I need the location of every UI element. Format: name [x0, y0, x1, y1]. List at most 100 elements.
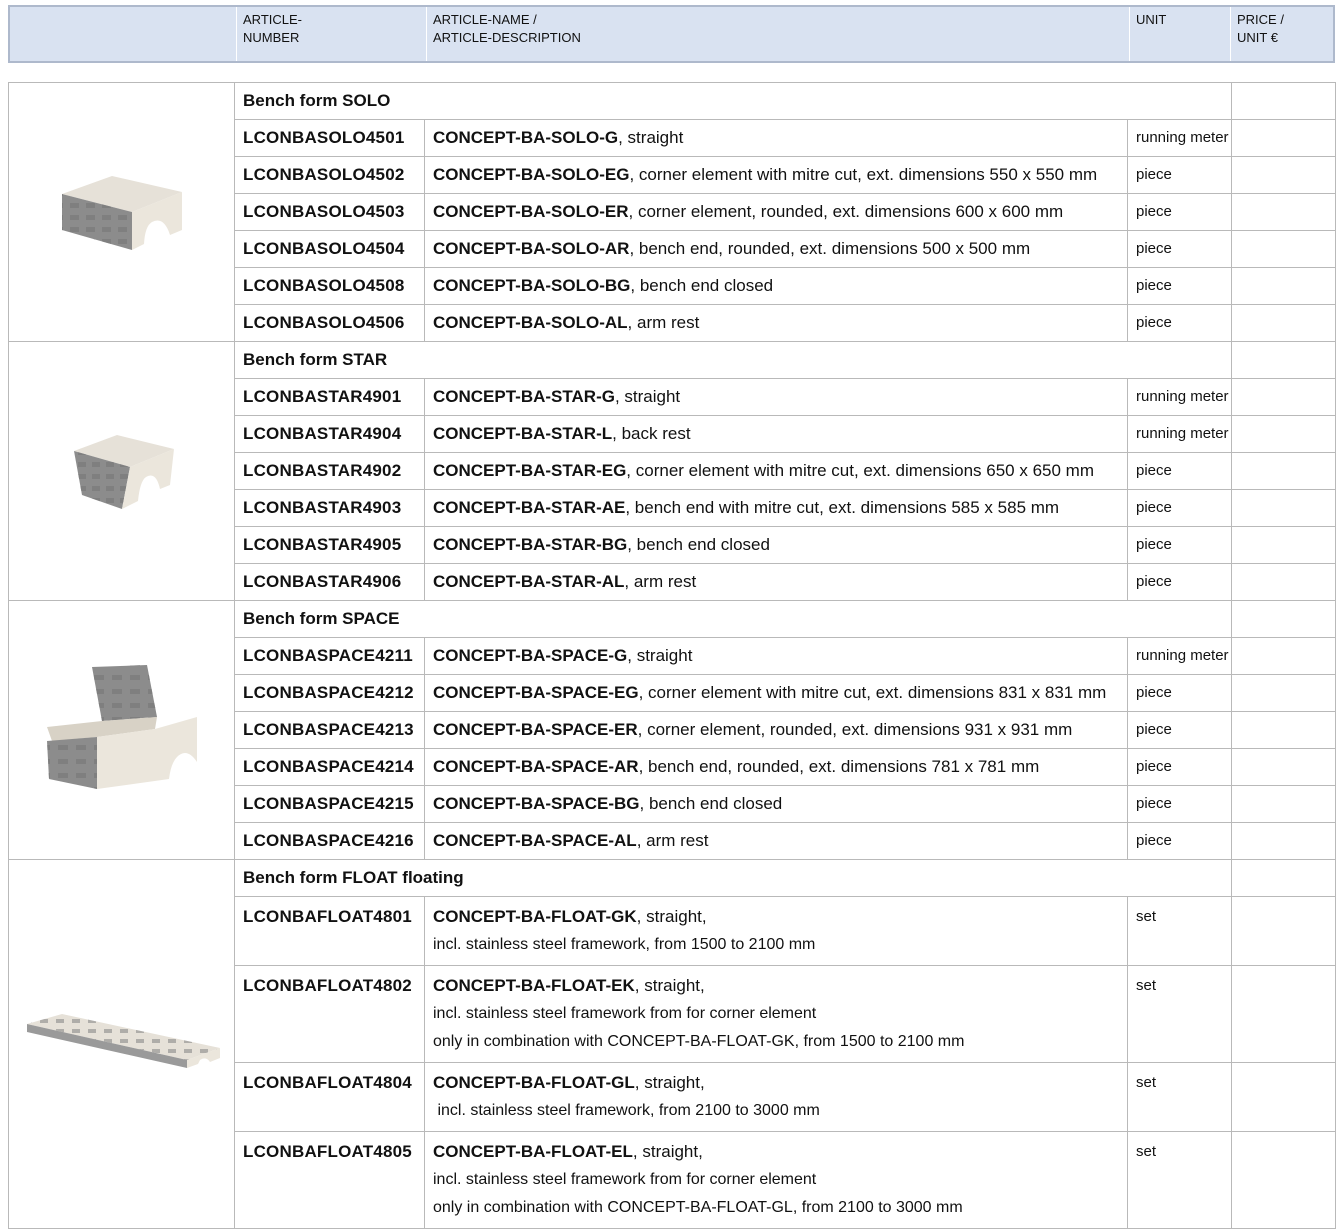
article-name: CONCEPT-BA-FLOAT-GK [433, 907, 637, 926]
article-unit: piece [1126, 822, 1233, 860]
article-desc-text: , bench end with mitre cut, ext. dimensi… [625, 498, 1060, 517]
article-desc-text: , straight, [634, 976, 705, 995]
price-cell [1231, 711, 1337, 749]
price-cell [1231, 156, 1337, 194]
group-header-row: Bench form STAR [8, 341, 1337, 601]
article-name: CONCEPT-BA-SPACE-G [433, 646, 628, 665]
price-cell [1231, 822, 1337, 860]
header-article-number: ARTICLE- NUMBER [236, 7, 426, 61]
article-description: CONCEPT-BA-SOLO-G, straight [424, 119, 1128, 157]
article-number: LCONBASTAR4904 [234, 415, 425, 453]
bench-star-image [8, 341, 235, 601]
table-header: ARTICLE- NUMBER ARTICLE-NAME / ARTICLE-D… [8, 5, 1335, 63]
article-name: CONCEPT-BA-STAR-AE [433, 498, 626, 517]
article-number: LCONBAFLOAT4805 [234, 1131, 425, 1229]
price-cell [1231, 82, 1337, 120]
group-title: Bench form SOLO [233, 82, 1233, 120]
article-name: CONCEPT-BA-SPACE-BG [433, 794, 640, 813]
article-desc-text: , bench end, rounded, ext. dimensions 78… [638, 757, 1040, 776]
price-cell [1231, 1062, 1337, 1132]
article-description: CONCEPT-BA-SPACE-ER, corner element, rou… [424, 711, 1128, 749]
article-unit: piece [1126, 711, 1233, 749]
article-number: LCONBAFLOAT4804 [234, 1062, 425, 1132]
article-desc-text: , corner element with mitre cut, ext. di… [638, 683, 1107, 702]
group-title: Bench form SPACE [233, 600, 1233, 638]
price-cell [1231, 452, 1337, 490]
price-cell [1231, 859, 1337, 897]
article-unit: set [1126, 896, 1233, 966]
price-cell [1231, 674, 1337, 712]
article-name: CONCEPT-BA-SOLO-BG [433, 276, 631, 295]
article-unit: piece [1126, 304, 1233, 342]
article-description: CONCEPT-BA-STAR-EG, corner element with … [424, 452, 1128, 490]
bench-solo-image [8, 82, 235, 342]
article-desc-text: , bench end closed [627, 535, 770, 554]
article-description: CONCEPT-BA-SPACE-AR, bench end, rounded,… [424, 748, 1128, 786]
price-cell [1231, 748, 1337, 786]
article-number: LCONBASPACE4211 [234, 637, 425, 675]
article-desc-text: , corner element, rounded, ext. dimensio… [637, 720, 1073, 739]
article-desc-text: , straight [618, 128, 684, 147]
article-desc-text: , corner element, rounded, ext. dimensio… [628, 202, 1064, 221]
article-description: CONCEPT-BA-STAR-AE, bench end with mitre… [424, 489, 1128, 527]
header-image-cell [10, 7, 236, 61]
product-table: Bench form SOLO LCONBASOLO4501 CONCEPT-BA-… [8, 82, 1337, 1229]
article-name: CONCEPT-BA-SOLO-ER [433, 202, 629, 221]
article-number: LCONBASOLO4504 [234, 230, 425, 268]
price-cell [1231, 267, 1337, 305]
article-number: LCONBASOLO4502 [234, 156, 425, 194]
group-header-row: Bench form SOLO [8, 82, 1337, 342]
article-description: CONCEPT-BA-STAR-L, back rest [424, 415, 1128, 453]
article-number: LCONBASOLO4506 [234, 304, 425, 342]
article-number: LCONBASPACE4214 [234, 748, 425, 786]
article-desc-line: only in combination with CONCEPT-BA-FLOA… [433, 1033, 965, 1050]
group-title: Bench form FLOAT floating [233, 859, 1233, 897]
bench-float-image [8, 859, 235, 1229]
article-desc-text: , back rest [612, 424, 691, 443]
article-desc-line: incl. stainless steel framework, from 21… [433, 1102, 820, 1119]
header-price: PRICE / UNIT € [1230, 7, 1335, 61]
price-cell [1231, 1131, 1337, 1229]
article-number: LCONBASTAR4902 [234, 452, 425, 490]
price-list-page: ARTICLE- NUMBER ARTICLE-NAME / ARTICLE-D… [0, 0, 1342, 1229]
article-desc-line: incl. stainless steel framework from for… [433, 1171, 817, 1188]
article-name: CONCEPT-BA-SOLO-AL [433, 313, 628, 332]
article-unit: set [1126, 1062, 1233, 1132]
article-desc-text: , straight, [632, 1142, 703, 1161]
article-description: CONCEPT-BA-SOLO-AL, arm rest [424, 304, 1128, 342]
article-name: CONCEPT-BA-STAR-G [433, 387, 615, 406]
article-desc-text: , bench end closed [630, 276, 774, 295]
price-cell [1231, 637, 1337, 675]
article-number: LCONBASPACE4215 [234, 785, 425, 823]
article-name: CONCEPT-BA-SPACE-ER [433, 720, 638, 739]
article-desc-text: , corner element with mitre cut, ext. di… [626, 461, 1094, 480]
article-description: CONCEPT-BA-FLOAT-GL, straight, incl. sta… [424, 1062, 1128, 1132]
article-name: CONCEPT-BA-FLOAT-EK [433, 976, 635, 995]
price-cell [1231, 230, 1337, 268]
article-unit: running meter [1126, 378, 1233, 416]
article-name: CONCEPT-BA-STAR-EG [433, 461, 627, 480]
group-header-row: Bench form FLOAT floating [8, 859, 1337, 1229]
article-name: CONCEPT-BA-STAR-L [433, 424, 613, 443]
article-unit: piece [1126, 230, 1233, 268]
article-description: CONCEPT-BA-SPACE-EG, corner element with… [424, 674, 1128, 712]
article-description: CONCEPT-BA-SOLO-ER, corner element, roun… [424, 193, 1128, 231]
group-header-row: Bench form SPACE [8, 600, 1337, 860]
article-unit: set [1126, 1131, 1233, 1229]
header-unit: UNIT [1129, 7, 1230, 61]
article-number: LCONBASPACE4213 [234, 711, 425, 749]
article-unit: piece [1126, 526, 1233, 564]
price-cell [1231, 415, 1337, 453]
article-number: LCONBASOLO4503 [234, 193, 425, 231]
article-name: CONCEPT-BA-SPACE-AR [433, 757, 639, 776]
price-cell [1231, 341, 1337, 379]
article-number: LCONBASTAR4905 [234, 526, 425, 564]
article-number: LCONBASOLO4508 [234, 267, 425, 305]
article-desc-text: , corner element with mitre cut, ext. di… [629, 165, 1098, 184]
article-description: CONCEPT-BA-SPACE-AL, arm rest [424, 822, 1128, 860]
article-unit: piece [1126, 452, 1233, 490]
article-description: CONCEPT-BA-FLOAT-EK, straight, incl. stai… [424, 965, 1128, 1063]
article-desc-text: , arm rest [624, 572, 697, 591]
article-unit: running meter [1126, 637, 1233, 675]
price-cell [1231, 119, 1337, 157]
